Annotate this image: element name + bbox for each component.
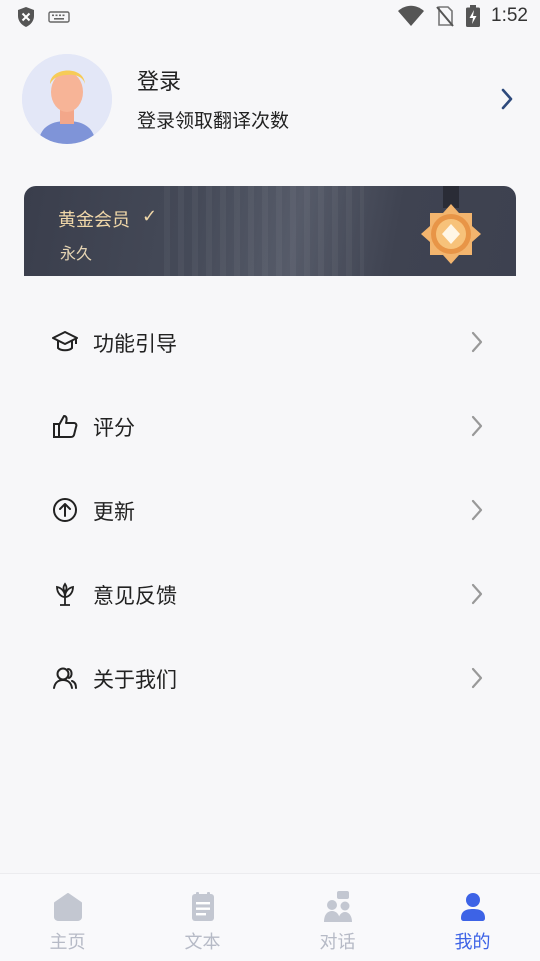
nav-label: 我的 (454, 932, 491, 953)
menu-label: 更新 (93, 500, 135, 524)
shield-x-icon (18, 7, 34, 27)
nav-tab-mine[interactable]: 我的 (405, 874, 540, 961)
nav-tab-text[interactable]: 文本 (135, 874, 270, 961)
conversation-icon (323, 891, 352, 922)
chevron-right-icon (471, 499, 483, 521)
user-icon (460, 893, 485, 921)
medal-icon (421, 186, 481, 264)
chevron-right-icon (471, 667, 483, 689)
profile-title[interactable]: 登录 (137, 64, 181, 96)
wifi-icon (398, 5, 425, 26)
vip-check-mark: ✓ (142, 206, 158, 227)
menu-item-about[interactable]: 关于我们 (0, 636, 540, 720)
flower-icon (56, 582, 74, 606)
arrow-up-circle-icon (53, 498, 77, 522)
graduation-cap-icon (52, 331, 78, 352)
document-icon (191, 892, 214, 921)
users-icon (53, 667, 77, 689)
menu-item-rate[interactable]: 评分 (0, 384, 540, 468)
status-time: 1:52 (491, 5, 528, 26)
nav-label: 对话 (319, 932, 356, 953)
chevron-right-icon[interactable] (500, 88, 514, 110)
login-profile-row[interactable]: 登录 登录领取翻译次数 (22, 54, 522, 146)
menu-label: 关于我们 (93, 668, 177, 692)
menu-item-update[interactable]: 更新 (0, 468, 540, 552)
vip-card-decoration (164, 186, 364, 276)
vip-membership-card[interactable]: 黄金会员 ✓ 永久 (24, 186, 516, 276)
chevron-right-icon (471, 583, 483, 605)
menu-label: 意见反馈 (93, 584, 177, 608)
menu-item-guide[interactable]: 功能引导 (0, 300, 540, 384)
bottom-nav: 主页 文本 对话 我的 (0, 873, 540, 961)
keyboard-icon (48, 11, 70, 23)
nav-label: 文本 (184, 932, 221, 953)
nav-label: 主页 (49, 932, 86, 953)
avatar[interactable] (22, 54, 112, 144)
nav-tab-conversation[interactable]: 对话 (270, 874, 405, 961)
nav-tab-home[interactable]: 主页 (0, 874, 135, 961)
home-icon (53, 893, 82, 921)
chevron-right-icon (471, 415, 483, 437)
vip-title: 黄金会员 (58, 210, 130, 231)
chevron-right-icon (471, 331, 483, 353)
settings-menu: 功能引导 评分 更新 意见反馈 关于我们 (0, 300, 540, 720)
menu-item-feedback[interactable]: 意见反馈 (0, 552, 540, 636)
menu-label: 功能引导 (93, 332, 177, 356)
avatar-image (22, 54, 112, 144)
status-bar: 1:52 (0, 0, 540, 36)
no-sim-icon (436, 6, 454, 27)
profile-subtitle: 登录领取翻译次数 (137, 110, 290, 132)
vip-duration: 永久 (60, 244, 93, 263)
battery-charging-icon (466, 5, 481, 27)
menu-label: 评分 (93, 416, 135, 440)
thumbs-up-icon (53, 415, 78, 438)
